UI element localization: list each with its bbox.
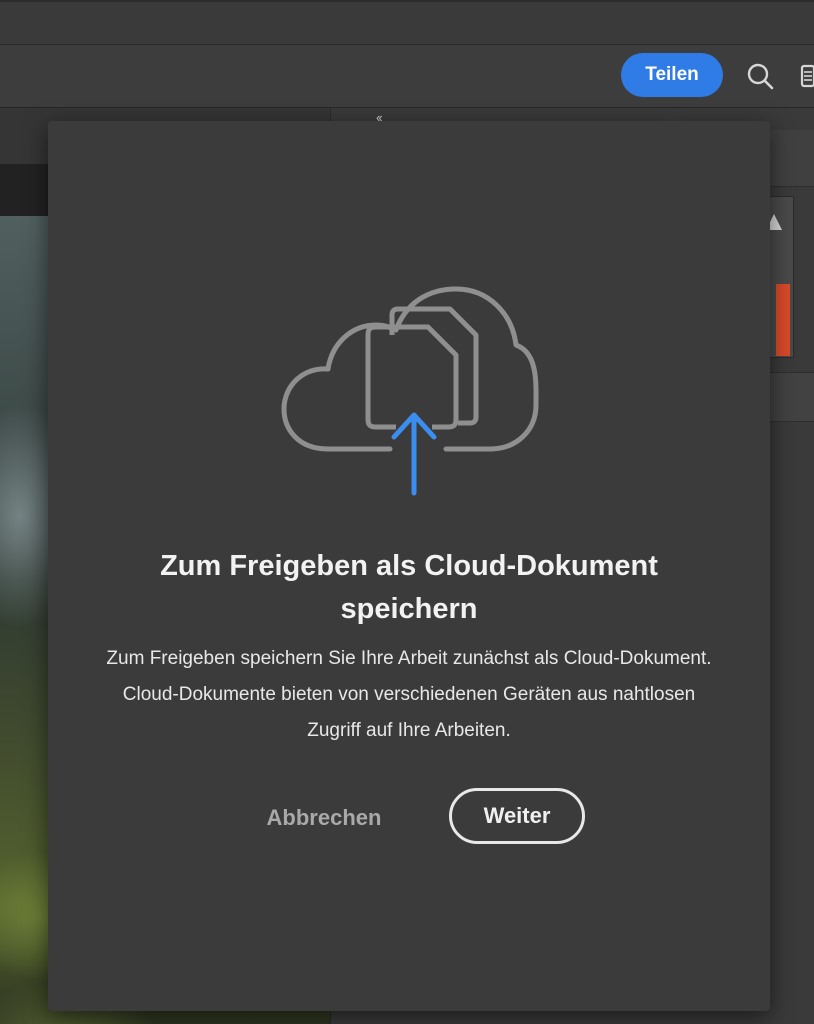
dialog-body: Zum Freigeben speichern Sie Ihre Arbeit … [106, 648, 712, 741]
panels-icon[interactable] [798, 62, 814, 90]
dialog-pointer [660, 108, 688, 122]
share-button[interactable]: Teilen [621, 53, 723, 97]
search-icon[interactable] [744, 60, 776, 92]
continue-button[interactable]: Weiter [449, 788, 585, 844]
photoshop-window: Teilen ‹‹ Zum Freigeben als Cloud-Dokume… [0, 0, 814, 1024]
share-cloud-dialog: Zum Freigeben als Cloud-Dokument speiche… [48, 121, 770, 1011]
menu-strip [0, 0, 814, 45]
options-bar: Teilen [0, 45, 814, 108]
menu-strip-divider [0, 0, 814, 2]
panel-color-chip [776, 284, 790, 356]
cancel-button[interactable]: Abbrechen [248, 791, 400, 845]
cloud-document-upload-icon [280, 285, 540, 497]
dialog-title: Zum Freigeben als Cloud-Dokument speiche… [160, 550, 658, 625]
